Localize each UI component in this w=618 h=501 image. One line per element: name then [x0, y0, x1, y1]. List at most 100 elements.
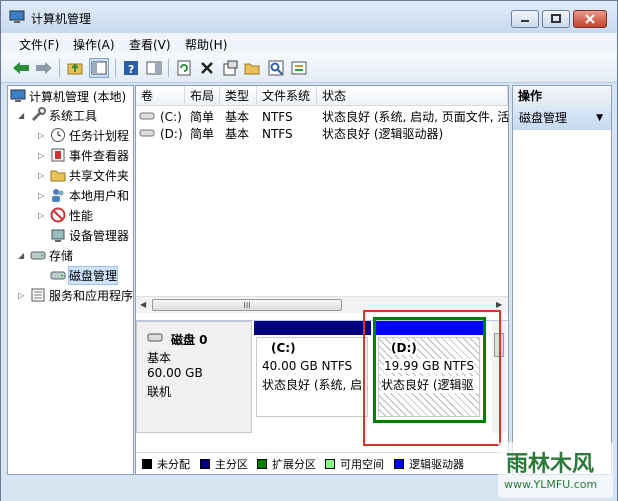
- navigation-tree: 计算机管理 (本地) ◢ 系统工具 ▷ 任务计划程 ▷ 事件查看器 ▷ 共享文件…: [7, 85, 134, 475]
- tree-item-event-viewer[interactable]: ▷ 事件查看器: [38, 145, 129, 165]
- search-icon[interactable]: [266, 58, 286, 78]
- column-header-layout[interactable]: 布局: [185, 86, 220, 106]
- menu-view[interactable]: 查看(V): [129, 36, 171, 53]
- delete-icon[interactable]: [197, 58, 217, 78]
- window-title: 计算机管理: [31, 12, 92, 26]
- shared-folder-icon: [50, 167, 66, 183]
- legend-label-extended: 扩展分区: [272, 458, 316, 471]
- partition-c[interactable]: (C:) 40.00 GB NTFS 状态良好 (系统, 启: [256, 337, 368, 417]
- volume-status: 状态良好 (系统, 启动, 页面文件, 活: [322, 110, 508, 124]
- up-folder-icon[interactable]: [65, 58, 85, 78]
- disk-view-scroll-thumb[interactable]: [494, 333, 504, 357]
- disk-view-scrollbar[interactable]: [492, 321, 506, 433]
- actions-pane: 操作 磁盘管理 ▼: [512, 85, 612, 475]
- column-header-volume[interactable]: 卷: [136, 86, 185, 106]
- partition-d-size: 19.99 GB NTFS: [384, 359, 475, 373]
- tree-item-device-manager[interactable]: 设备管理器: [50, 225, 129, 245]
- partition-c-size: 40.00 GB NTFS: [262, 359, 353, 373]
- help-icon[interactable]: ?: [121, 58, 141, 78]
- properties-pane-icon[interactable]: [144, 58, 164, 78]
- refresh-icon[interactable]: [174, 58, 194, 78]
- collapse-icon[interactable]: ◢: [18, 251, 26, 260]
- tree-item-system-tools[interactable]: ◢ 系统工具: [18, 105, 97, 125]
- legend-label-unallocated: 未分配: [157, 458, 190, 471]
- volume-type: 基本: [225, 110, 250, 124]
- expand-icon[interactable]: ▷: [38, 151, 46, 160]
- legend-label-logical: 逻辑驱动器: [409, 458, 464, 471]
- device-manager-icon: [50, 227, 66, 243]
- collapse-icon[interactable]: ◢: [18, 111, 26, 120]
- minimize-button[interactable]: [511, 10, 539, 28]
- menu-help[interactable]: 帮助(H): [185, 36, 227, 53]
- disk-state: 联机: [147, 385, 172, 399]
- scroll-left-icon[interactable]: ◀: [140, 300, 146, 309]
- volume-name: (C:): [160, 110, 182, 124]
- partition-c-status: 状态良好 (系统, 启: [262, 378, 363, 392]
- expand-icon[interactable]: ▷: [38, 211, 46, 220]
- svg-text:?: ?: [128, 63, 134, 76]
- volume-layout: 简单: [190, 127, 215, 141]
- tree-item-local-users[interactable]: ▷ 本地用户和: [38, 185, 129, 205]
- computer-icon: [10, 88, 26, 104]
- open-folder-icon[interactable]: [243, 58, 263, 78]
- title-bar: 计算机管理: [1, 1, 617, 33]
- tree-item-task-scheduler[interactable]: ▷ 任务计划程: [38, 125, 129, 145]
- volume-status: 状态良好 (逻辑驱动器): [322, 127, 444, 141]
- actions-header: 操作: [513, 86, 611, 106]
- disk-settings-icon[interactable]: [289, 58, 309, 78]
- volume-layout: 简单: [190, 110, 215, 124]
- close-button[interactable]: [573, 10, 607, 28]
- tree-item-root[interactable]: 计算机管理 (本地): [10, 86, 126, 106]
- tree-item-disk-management[interactable]: 磁盘管理: [50, 265, 119, 285]
- scroll-thumb[interactable]: III: [152, 299, 342, 311]
- partition-c-bar: [254, 321, 371, 335]
- tree-item-storage[interactable]: ◢ 存储: [18, 245, 73, 265]
- table-row[interactable]: (C:) 简单 基本 NTFS 状态良好 (系统, 启动, 页面文件, 活: [136, 109, 508, 126]
- close-icon: [585, 14, 595, 24]
- column-header-filesystem[interactable]: 文件系统: [257, 86, 317, 106]
- toolbar-separator: [115, 59, 116, 77]
- disk-info-panel[interactable]: 磁盘 0 基本 60.00 GB 联机: [136, 321, 252, 433]
- forward-icon[interactable]: [34, 58, 54, 78]
- watermark-url: www.YLMFU.com: [504, 478, 598, 491]
- legend-swatch-extended: [257, 459, 267, 469]
- disk-graphical-view: 磁盘 0 基本 60.00 GB 联机 (C:) 40.00 GB NTFS 状…: [136, 317, 508, 456]
- partition-d[interactable]: (D:) 19.99 GB NTFS 状态良好 (逻辑驱: [378, 337, 480, 417]
- menu-action[interactable]: 操作(A): [73, 36, 115, 53]
- expand-icon[interactable]: ▷: [38, 191, 46, 200]
- horizontal-scrollbar[interactable]: ◀ III ▶: [136, 296, 508, 313]
- expand-icon[interactable]: ▷: [38, 131, 46, 140]
- properties-icon[interactable]: [220, 58, 240, 78]
- toolbar-separator: [59, 59, 60, 77]
- tools-icon: [30, 107, 46, 123]
- storage-icon: [30, 247, 46, 263]
- triangle-down-icon[interactable]: ▼: [596, 106, 603, 130]
- table-row[interactable]: (D:) 简单 基本 NTFS 状态良好 (逻辑驱动器): [136, 126, 508, 143]
- toolbar: ?: [1, 53, 617, 83]
- tree-item-services[interactable]: ▷ 服务和应用程序: [18, 285, 133, 305]
- legend-label-free: 可用空间: [340, 458, 384, 471]
- tree-item-performance[interactable]: ▷ 性能: [38, 205, 93, 225]
- partition-c-label: (C:): [271, 341, 296, 355]
- column-header-status[interactable]: 状态: [317, 86, 508, 106]
- watermark-text: 雨林木风: [506, 452, 595, 477]
- maximize-button[interactable]: [542, 10, 570, 28]
- menu-file[interactable]: 文件(F): [19, 36, 59, 53]
- disk-icon: [147, 332, 163, 347]
- volume-filesystem: NTFS: [262, 127, 293, 141]
- column-header-type[interactable]: 类型: [220, 86, 257, 106]
- maximize-icon: [551, 14, 561, 23]
- expand-icon[interactable]: ▷: [38, 171, 46, 180]
- performance-icon: [50, 207, 66, 223]
- volume-pane: 卷 布局 类型 文件系统 状态 (C:) 简单 基本 NTFS 状态良好 (系统…: [135, 85, 509, 475]
- tree-item-shared-folders[interactable]: ▷ 共享文件夹: [38, 165, 129, 185]
- scroll-right-icon[interactable]: ▶: [496, 300, 502, 309]
- actions-disk-management[interactable]: 磁盘管理 ▼: [513, 106, 611, 130]
- disk-kind: 基本: [147, 351, 172, 365]
- back-icon[interactable]: [11, 58, 31, 78]
- expand-icon[interactable]: ▷: [18, 291, 26, 300]
- minimize-icon: [521, 20, 529, 22]
- partition-d-bar: [376, 321, 483, 335]
- show-hide-tree-icon[interactable]: [89, 58, 109, 78]
- drive-icon: [139, 126, 157, 143]
